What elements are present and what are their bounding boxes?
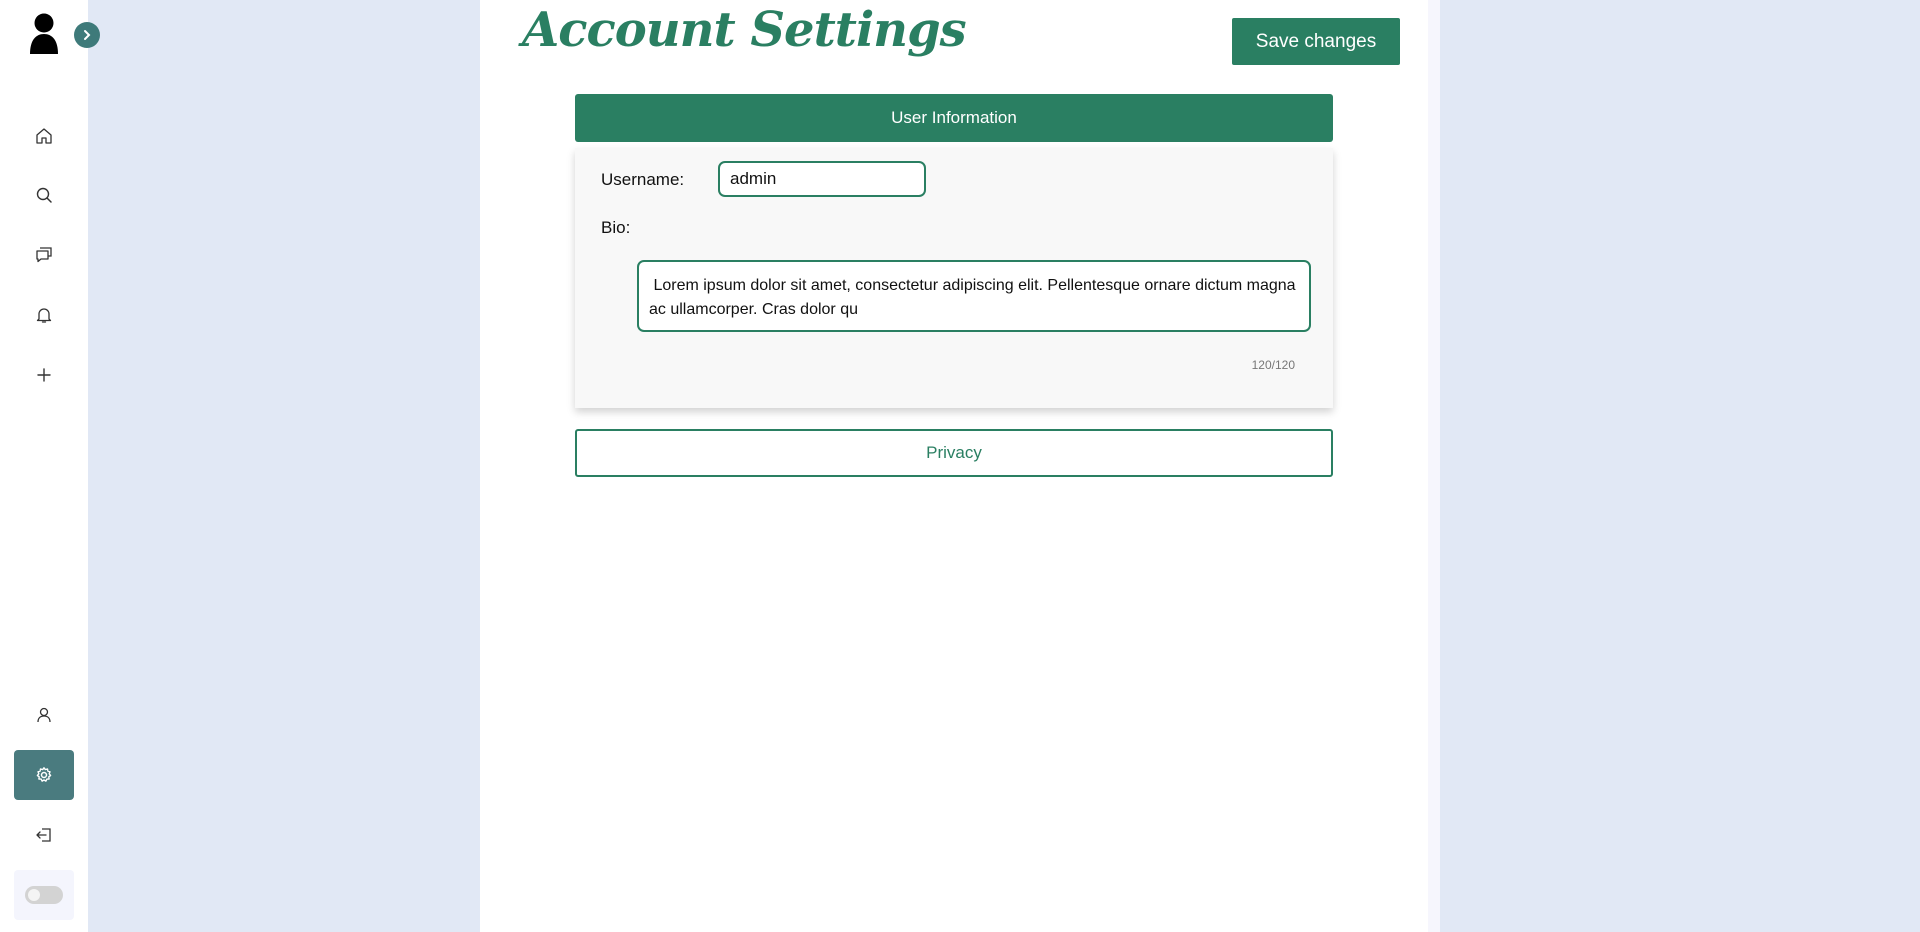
chevron-right-icon <box>84 30 91 40</box>
bio-textarea[interactable]: Lorem ipsum dolor sit amet, consectetur … <box>637 260 1311 332</box>
right-gutter <box>1428 0 1440 932</box>
sidebar-item-search[interactable] <box>14 170 74 220</box>
sidebar-expand-button[interactable] <box>74 22 100 48</box>
user-icon <box>37 707 51 723</box>
home-icon <box>36 128 52 144</box>
chat-icon <box>36 247 52 263</box>
sidebar <box>0 0 100 932</box>
username-label: Username: <box>601 170 685 189</box>
gear-icon <box>36 767 52 782</box>
search-icon <box>36 187 52 203</box>
sidebar-item-messages[interactable] <box>14 229 74 279</box>
theme-toggle[interactable] <box>25 886 63 904</box>
save-changes-button[interactable]: Save changes <box>1232 18 1400 65</box>
privacy-section-header[interactable]: Privacy <box>575 429 1333 477</box>
username-input[interactable] <box>718 161 926 197</box>
sidebar-item-logout[interactable] <box>14 810 74 860</box>
bell-icon <box>36 308 52 323</box>
sidebar-item-home[interactable] <box>14 111 74 161</box>
user-information-section-header[interactable]: User Information <box>575 94 1333 142</box>
theme-toggle-container <box>14 870 74 920</box>
bio-character-counter: 120/120 <box>1251 358 1295 372</box>
sidebar-item-create[interactable] <box>14 350 74 400</box>
sidebar-item-profile[interactable] <box>14 690 74 740</box>
sidebar-item-notifications[interactable] <box>14 290 74 340</box>
main-content: Account Settings Save changes User Infor… <box>480 0 1428 932</box>
user-avatar-icon[interactable] <box>26 12 62 56</box>
user-information-panel: Username: Bio: Lorem ipsum dolor sit ame… <box>575 148 1333 408</box>
logout-icon <box>36 828 51 842</box>
plus-icon <box>37 368 51 382</box>
bio-label: Bio: <box>601 218 631 237</box>
page-title: Account Settings <box>522 2 967 58</box>
sidebar-item-settings[interactable] <box>14 750 74 800</box>
